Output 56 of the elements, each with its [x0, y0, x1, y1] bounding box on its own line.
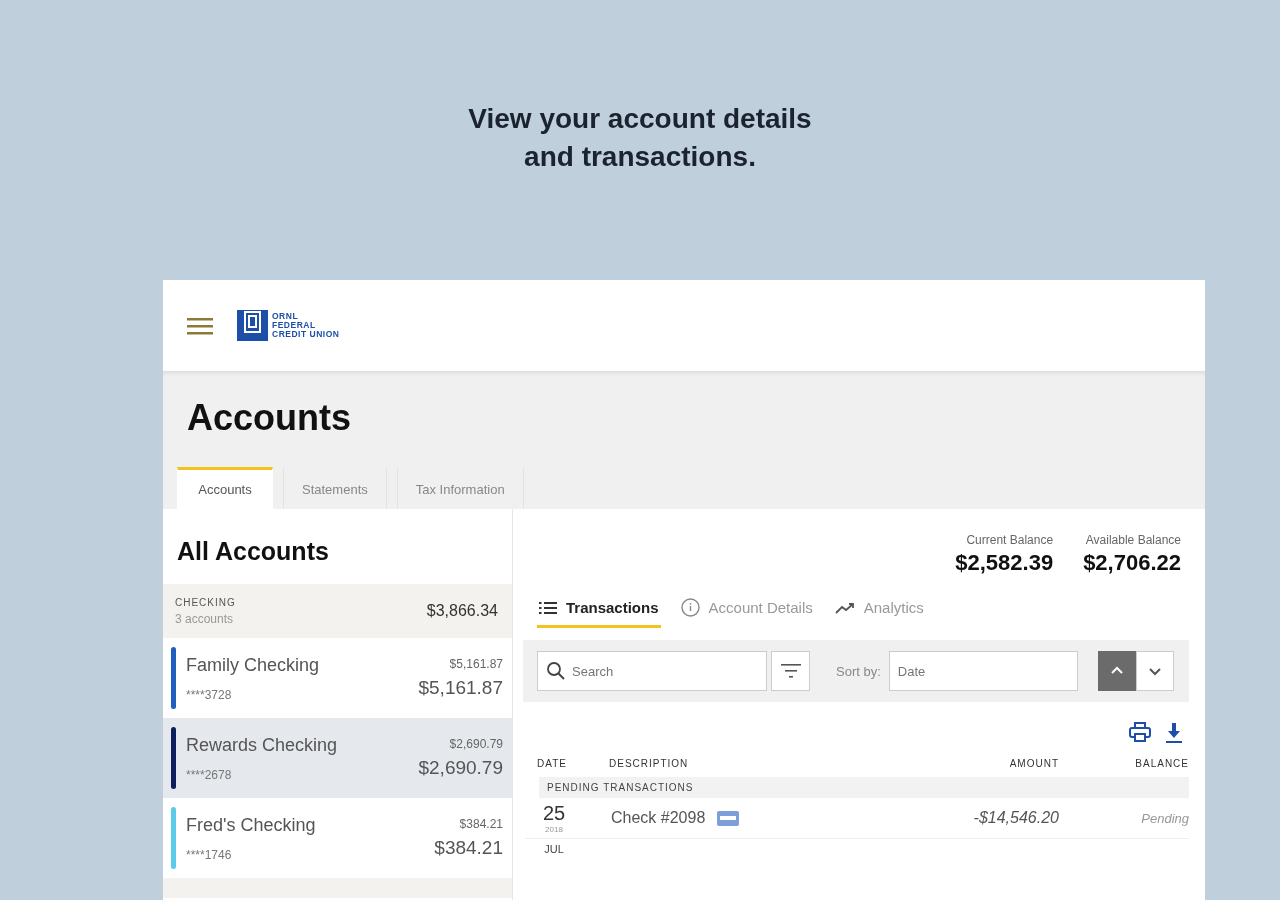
account-number: ****2678: [186, 767, 233, 782]
account-number: ****1746: [186, 847, 233, 862]
search-field[interactable]: Search: [537, 651, 767, 691]
tab[interactable]: Transactions: [537, 594, 661, 628]
date-year: 2018: [545, 825, 563, 834]
logo-icon: [237, 310, 268, 341]
account-row[interactable]: Rewards Checking ****2678 $2,690.79 $2,690.79: [163, 718, 512, 798]
transaction-amount: -$14,546.20: [973, 809, 1059, 826]
sort-descending-button[interactable]: [1135, 651, 1174, 691]
date-month: JUL: [544, 843, 564, 855]
section-header: PENDING TRANSACTIONS: [539, 777, 1189, 798]
account-count: 3 accounts: [175, 611, 235, 626]
tab[interactable]: Accounts: [177, 467, 273, 509]
group-total: $3,866.34: [426, 602, 498, 620]
logo-text: FEDERAL: [272, 321, 317, 330]
logo-text: ORNL: [272, 312, 300, 321]
transaction-balance: Pending: [1141, 810, 1189, 826]
print-icon[interactable]: [1129, 722, 1151, 742]
download-icon[interactable]: [1165, 722, 1183, 744]
headline: View your account details and transactions.: [468, 102, 812, 174]
balance-label: Current Balance: [966, 533, 1054, 547]
balance-value: $2,706.22: [1083, 550, 1181, 576]
account-balance: $384.21: [434, 837, 503, 859]
column-header: DESCRIPTION: [609, 758, 690, 769]
sort-ascending-button[interactable]: [1097, 651, 1136, 691]
account-balance: $5,161.87: [449, 657, 503, 671]
column-header: AMOUNT: [1008, 758, 1059, 769]
sort-label: Sort by:: [836, 663, 881, 679]
account-balance: $384.21: [459, 817, 503, 831]
info-icon: [680, 598, 700, 617]
transaction-description[interactable]: Check #2098: [611, 809, 706, 827]
filter-icon: [780, 664, 801, 678]
filter-button[interactable]: [771, 651, 810, 691]
balance-label: Available Balance: [1085, 533, 1181, 547]
list-icon: [539, 601, 557, 614]
group-name: CHECKING: [175, 596, 236, 608]
date-day: 25: [542, 802, 566, 825]
account-name: Family Checking: [186, 654, 321, 676]
account-group-header[interactable]: CHECKING 3 accounts $3,866.34: [163, 584, 512, 638]
trend-icon: [834, 601, 855, 614]
section-title: All Accounts: [176, 536, 330, 567]
account-number: ****3728: [186, 687, 233, 702]
account-name: Fred's Checking: [186, 814, 317, 836]
account-name: Rewards Checking: [186, 734, 339, 756]
account-row[interactable]: Fred's Checking ****1746 $384.21 $384.21: [163, 798, 512, 878]
page-title: Accounts: [187, 397, 353, 440]
logo-text: CREDIT UNION: [272, 330, 340, 339]
menu-icon[interactable]: [187, 316, 213, 335]
balance-value: $2,582.39: [955, 550, 1054, 576]
column-header: DATE: [537, 758, 568, 769]
sort-field[interactable]: Date: [888, 651, 1078, 691]
account-row[interactable]: Family Checking ****3728 $5,161.87 $5,161.87: [163, 638, 512, 718]
account-balance: $2,690.79: [449, 737, 503, 751]
account-balance: $2,690.79: [418, 757, 503, 779]
account-balance: $5,161.87: [418, 677, 503, 699]
column-header: BALANCE: [1134, 758, 1189, 769]
